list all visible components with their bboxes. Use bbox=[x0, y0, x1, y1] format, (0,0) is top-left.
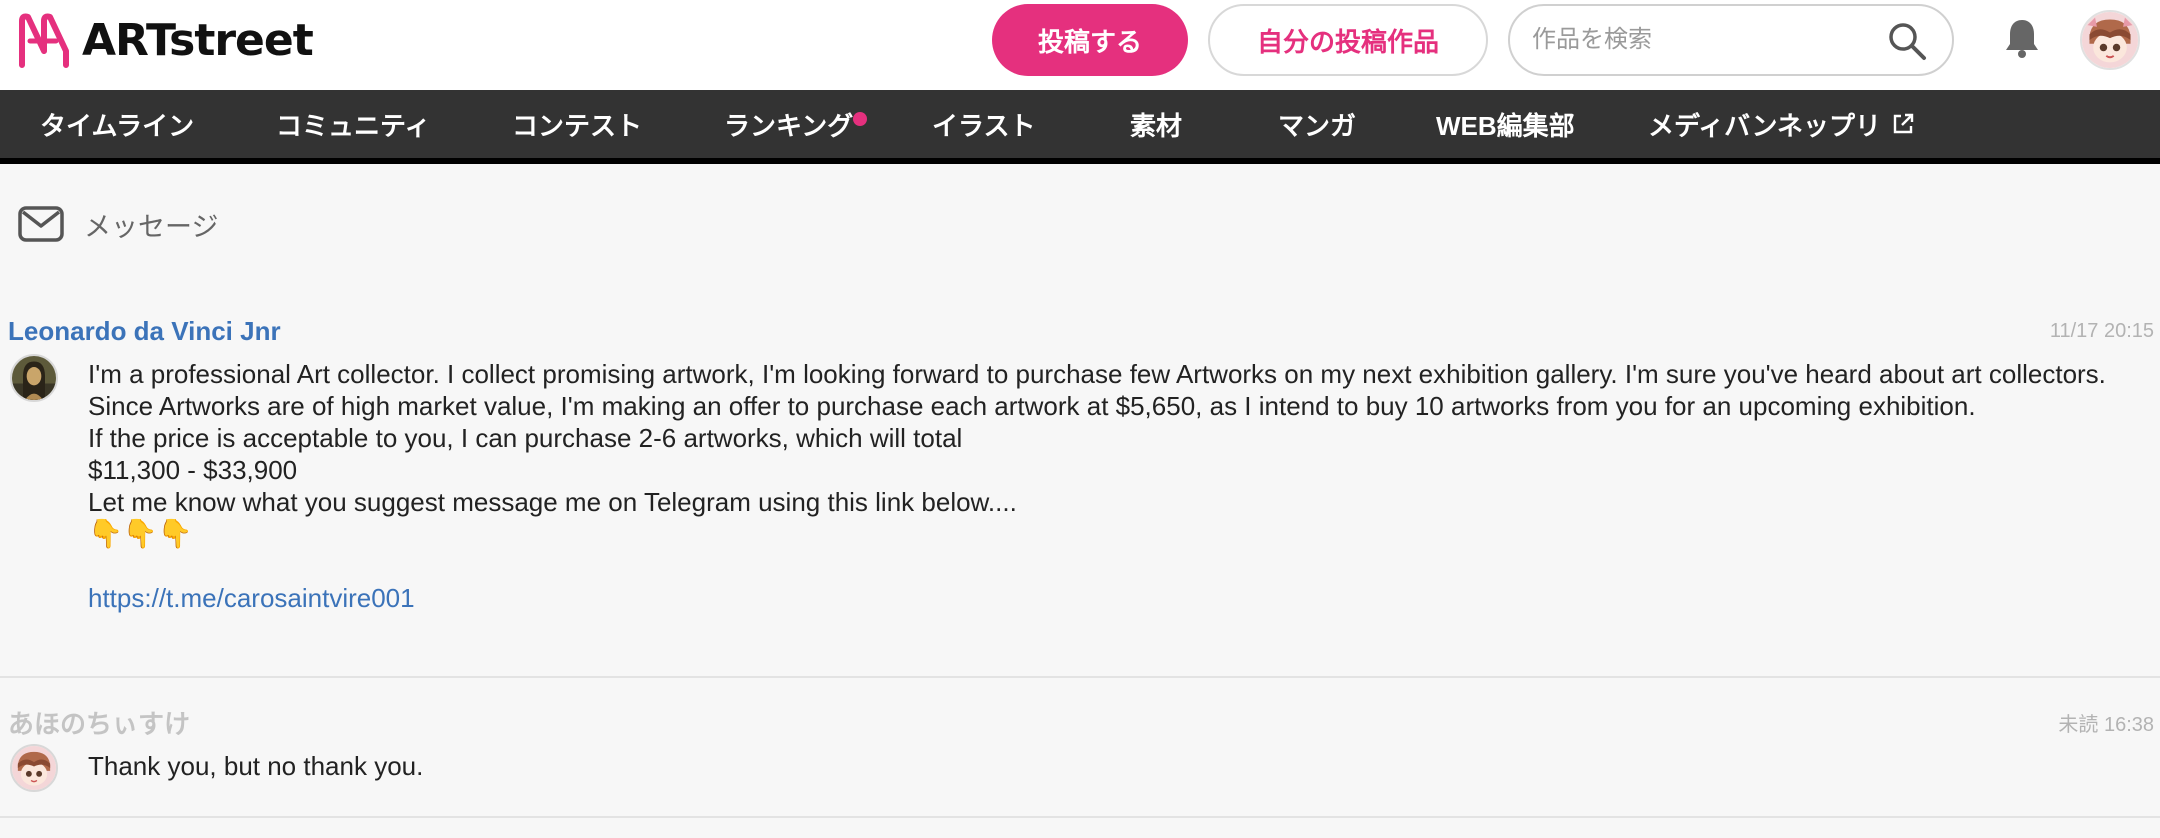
search-icon[interactable] bbox=[1886, 20, 1928, 62]
main-nav: タイムライン コミュニティ コンテスト ランキング イラスト 素材 マンガ WE… bbox=[0, 90, 2160, 164]
message-body: Thank you, but no thank you. bbox=[88, 750, 2128, 782]
nav-item-ranking[interactable]: ランキング bbox=[724, 90, 868, 158]
sender-avatar[interactable] bbox=[10, 744, 58, 792]
post-button[interactable]: 投稿する bbox=[992, 4, 1188, 76]
nav-item-netprint-label: メディバンネップリ bbox=[1648, 110, 1881, 141]
message-time: 未読 16:38 bbox=[2058, 714, 2154, 736]
message-line: 👇👇👇 bbox=[88, 518, 193, 549]
message-time: 11/17 20:15 bbox=[2049, 320, 2154, 342]
message-line: If the price is acceptable to you, I can… bbox=[88, 423, 963, 453]
message-sender[interactable]: あほのちぃすけ bbox=[8, 704, 190, 741]
nav-item-ranking-label: ランキング bbox=[724, 110, 854, 141]
nav-item-material[interactable]: 素材 bbox=[1130, 90, 1182, 158]
page-title: メッセージ bbox=[84, 211, 219, 242]
message-line: Thank you, but no thank you. bbox=[88, 751, 424, 781]
message-body: I'm a professional Art collector. I coll… bbox=[88, 358, 2128, 614]
external-link-icon bbox=[1893, 113, 1914, 134]
nav-item-timeline[interactable]: タイムライン bbox=[40, 90, 194, 158]
search-input[interactable] bbox=[1532, 20, 1862, 60]
message-line: Let me know what you suggest message me … bbox=[88, 487, 1017, 517]
messages-heading: メッセージ bbox=[18, 200, 218, 248]
notification-bell-icon[interactable] bbox=[2002, 16, 2042, 60]
artstreet-logo-icon bbox=[19, 13, 69, 68]
message-item: あほのちぃすけ 未読 16:38 Thank you, but no thank… bbox=[0, 678, 2160, 818]
message-sender[interactable]: Leonardo da Vinci Jnr bbox=[8, 316, 281, 347]
nav-item-medibang-netprint[interactable]: メディバンネップリ bbox=[1648, 90, 1915, 158]
my-works-button[interactable]: 自分の投稿作品 bbox=[1208, 4, 1488, 76]
message-item: Leonardo da Vinci Jnr 11/17 20:15 I'm a … bbox=[0, 300, 2160, 678]
sender-avatar-image bbox=[12, 746, 56, 790]
avatar-image bbox=[2082, 12, 2138, 68]
message-link[interactable]: https://t.me/carosaintvire001 bbox=[88, 583, 415, 613]
nav-item-web-editorial[interactable]: WEB編集部 bbox=[1436, 90, 1575, 158]
sender-avatar-image bbox=[12, 356, 56, 400]
ranking-new-badge bbox=[853, 112, 868, 126]
nav-item-illust[interactable]: イラスト bbox=[932, 90, 1035, 158]
message-line bbox=[88, 550, 2128, 582]
site-header: ARTstreet 投稿する 自分の投稿作品 bbox=[0, 0, 2160, 90]
nav-item-contest[interactable]: コンテスト bbox=[512, 90, 642, 158]
user-avatar[interactable] bbox=[2080, 10, 2140, 70]
sender-avatar[interactable] bbox=[10, 354, 58, 402]
nav-item-manga[interactable]: マンガ bbox=[1278, 90, 1356, 158]
logo-text: ARTstreet bbox=[82, 14, 314, 66]
message-line: $11,300 - $33,900 bbox=[88, 455, 298, 485]
message-line: I'm a professional Art collector. I coll… bbox=[88, 359, 2106, 389]
message-line: Since Artworks are of high market value,… bbox=[88, 391, 1976, 421]
nav-item-community[interactable]: コミュニティ bbox=[276, 90, 430, 158]
mail-icon bbox=[18, 206, 64, 242]
site-logo[interactable]: ARTstreet bbox=[16, 10, 314, 70]
search-box bbox=[1508, 4, 1954, 76]
